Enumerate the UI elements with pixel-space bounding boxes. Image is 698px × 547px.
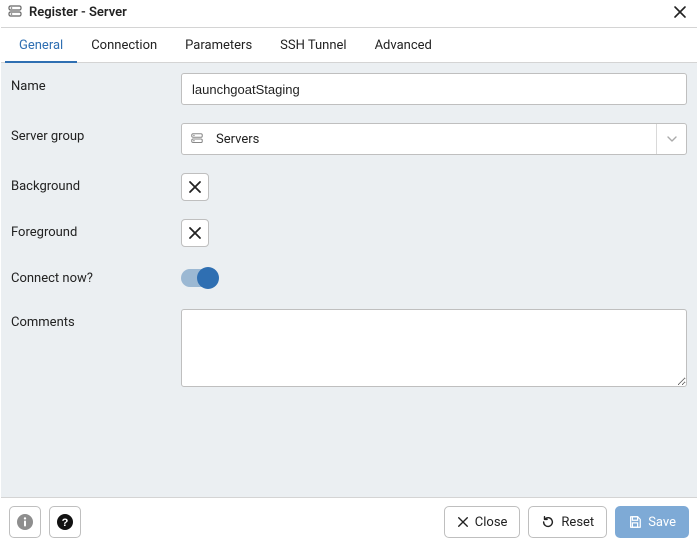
label-foreground: Foreground [11, 219, 181, 240]
comments-input[interactable] [181, 309, 687, 387]
form-content: Name Server group Servers [1, 63, 697, 497]
x-icon [188, 226, 202, 240]
title-bar: Register - Server [1, 1, 697, 27]
tab-label: SSH Tunnel [280, 38, 346, 53]
foreground-clear-button[interactable] [181, 219, 209, 247]
dialog-footer: ? Close Reset Save [1, 497, 697, 546]
label-server-group: Server group [11, 123, 181, 144]
tab-general[interactable]: General [5, 28, 77, 62]
help-button[interactable]: ? [49, 506, 81, 538]
info-button[interactable] [9, 506, 41, 538]
row-server-group: Server group Servers [11, 123, 687, 155]
row-connect-now: Connect now? [11, 265, 687, 291]
help-icon: ? [56, 513, 74, 531]
label-comments: Comments [11, 309, 181, 330]
svg-text:?: ? [62, 517, 69, 529]
x-icon [188, 180, 202, 194]
row-foreground: Foreground [11, 219, 687, 247]
save-icon [628, 515, 642, 529]
tab-parameters[interactable]: Parameters [171, 28, 266, 62]
tab-ssh-tunnel[interactable]: SSH Tunnel [266, 28, 360, 62]
save-button[interactable]: Save [615, 506, 689, 538]
reset-icon [541, 515, 555, 529]
tab-advanced[interactable]: Advanced [361, 28, 446, 62]
save-label: Save [648, 515, 676, 530]
close-icon [673, 5, 687, 19]
tab-connection[interactable]: Connection [77, 28, 171, 62]
server-group-icon [190, 132, 204, 146]
row-comments: Comments [11, 309, 687, 391]
info-icon [16, 513, 34, 531]
row-name: Name [11, 73, 687, 105]
tab-label: Parameters [185, 38, 252, 53]
toggle-knob [197, 267, 219, 289]
server-group-value: Servers [212, 132, 648, 147]
label-background: Background [11, 173, 181, 194]
window-title: Register - Server [29, 5, 665, 20]
label-connect-now: Connect now? [11, 265, 181, 286]
chevron-down-icon [656, 124, 678, 154]
tab-label: General [19, 38, 63, 53]
close-icon [457, 516, 469, 528]
server-icon [7, 4, 23, 20]
tab-label: Advanced [375, 38, 432, 53]
close-label: Close [475, 515, 508, 530]
server-group-select[interactable]: Servers [181, 123, 687, 155]
label-name: Name [11, 73, 181, 94]
close-button[interactable]: Close [444, 506, 521, 538]
background-clear-button[interactable] [181, 173, 209, 201]
connect-now-toggle[interactable] [181, 269, 217, 287]
tabs: General Connection Parameters SSH Tunnel… [1, 27, 697, 63]
name-input[interactable] [181, 73, 687, 105]
row-background: Background [11, 173, 687, 201]
tab-label: Connection [91, 38, 157, 53]
reset-label: Reset [561, 515, 594, 530]
window-close-button[interactable] [671, 3, 689, 21]
reset-button[interactable]: Reset [528, 506, 607, 538]
